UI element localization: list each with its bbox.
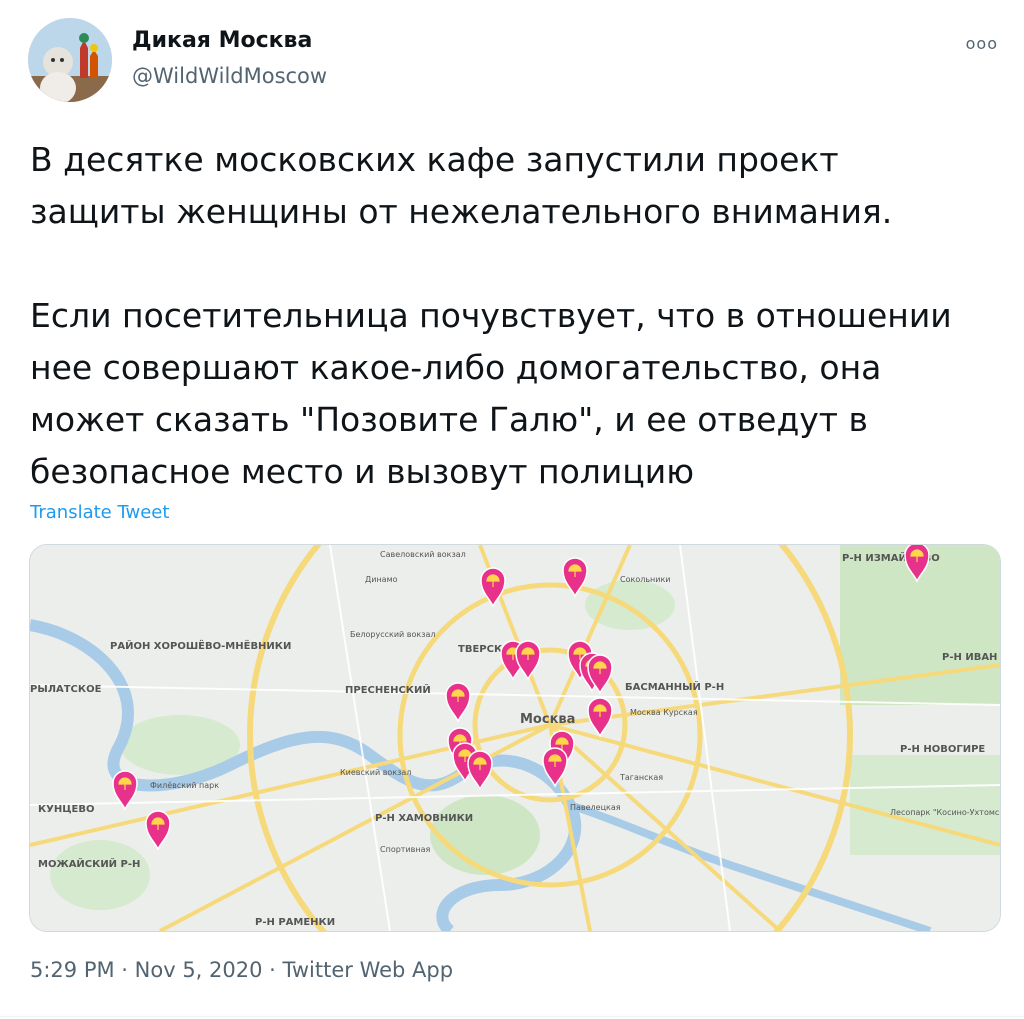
moscow-map: Москва ТВЕРСКОЙ ПРЕСНЕНСКИЙ Р-Н ХАМОВНИК… [30, 545, 1000, 931]
translate-tweet-link[interactable]: Translate Tweet [30, 502, 169, 523]
map-label: Белорусский вокзал [350, 630, 436, 639]
map-label: КУНЦЕВО [38, 804, 94, 815]
map-label: Р-Н ХАМОВНИКИ [375, 813, 473, 824]
map-label: Динамо [365, 575, 398, 584]
meta-separator: · [262, 958, 283, 982]
map-label: Савеловский вокзал [380, 550, 466, 559]
map-label: Таганская [619, 773, 663, 782]
tweet-line: В десятке московских кафе запустили прое… [30, 140, 839, 179]
map-label: Спортивная [380, 845, 430, 854]
map-label-moskva: Москва [520, 712, 575, 727]
map-label: Киевский вокзал [340, 768, 411, 777]
map-label: МОЖАЙСКИЙ Р-Н [38, 857, 140, 870]
author-name[interactable]: Дикая Москва [132, 28, 312, 53]
tweet-line: безопасное место и вызовут полицию [30, 452, 694, 491]
tweet-time[interactable]: 5:29 PM [30, 958, 115, 982]
tweet-line: защиты женщины от нежелательного внимани… [30, 192, 893, 231]
map-label: Филёвский парк [150, 781, 219, 790]
map-label: Сокольники [620, 575, 671, 584]
tweet-source[interactable]: Twitter Web App [283, 958, 454, 982]
map-label: Р-Н РАМЕНКИ [255, 917, 335, 928]
map-label: Москва Курская [630, 708, 698, 717]
map-label: БАСМАННЫЙ Р-Н [625, 680, 724, 693]
tweet-card: Дикая Москва @WildWildMoscow ooo В десят… [0, 0, 1024, 1019]
divider [0, 1016, 1024, 1017]
more-options-icon[interactable]: ooo [966, 34, 998, 53]
map-label: Р-Н ИВАН [942, 652, 997, 663]
tweet-line: Если посетительница почувствует, что в о… [30, 296, 952, 335]
map-label: Павелецкая [570, 803, 621, 812]
map-image[interactable]: Москва ТВЕРСКОЙ ПРЕСНЕНСКИЙ Р-Н ХАМОВНИК… [29, 544, 1001, 932]
tweet-text: В десятке московских кафе запустили прое… [30, 134, 1005, 498]
tweet-meta: 5:29 PM · Nov 5, 2020 · Twitter Web App [30, 958, 453, 982]
tweet-line: может сказать "Позовите Галю", и ее отве… [30, 400, 868, 439]
map-label: ПРЕСНЕНСКИЙ [345, 683, 431, 696]
map-label: Лесопарк "Косино-Ухтомский" [890, 808, 1000, 817]
tweet-date[interactable]: Nov 5, 2020 [135, 958, 263, 982]
map-label: Р-Н НОВОГИРЕ [900, 744, 985, 755]
avatar-image [28, 18, 112, 102]
meta-separator: · [114, 958, 135, 982]
author-handle[interactable]: @WildWildMoscow [132, 64, 327, 88]
author-avatar[interactable] [28, 18, 112, 102]
map-label: РЫЛАТСКОЕ [30, 684, 102, 695]
map-label: РАЙОН ХОРОШЁВО-МНЁВНИКИ [110, 638, 291, 652]
tweet-line: нее совершают какое-либо домогательство,… [30, 348, 882, 387]
